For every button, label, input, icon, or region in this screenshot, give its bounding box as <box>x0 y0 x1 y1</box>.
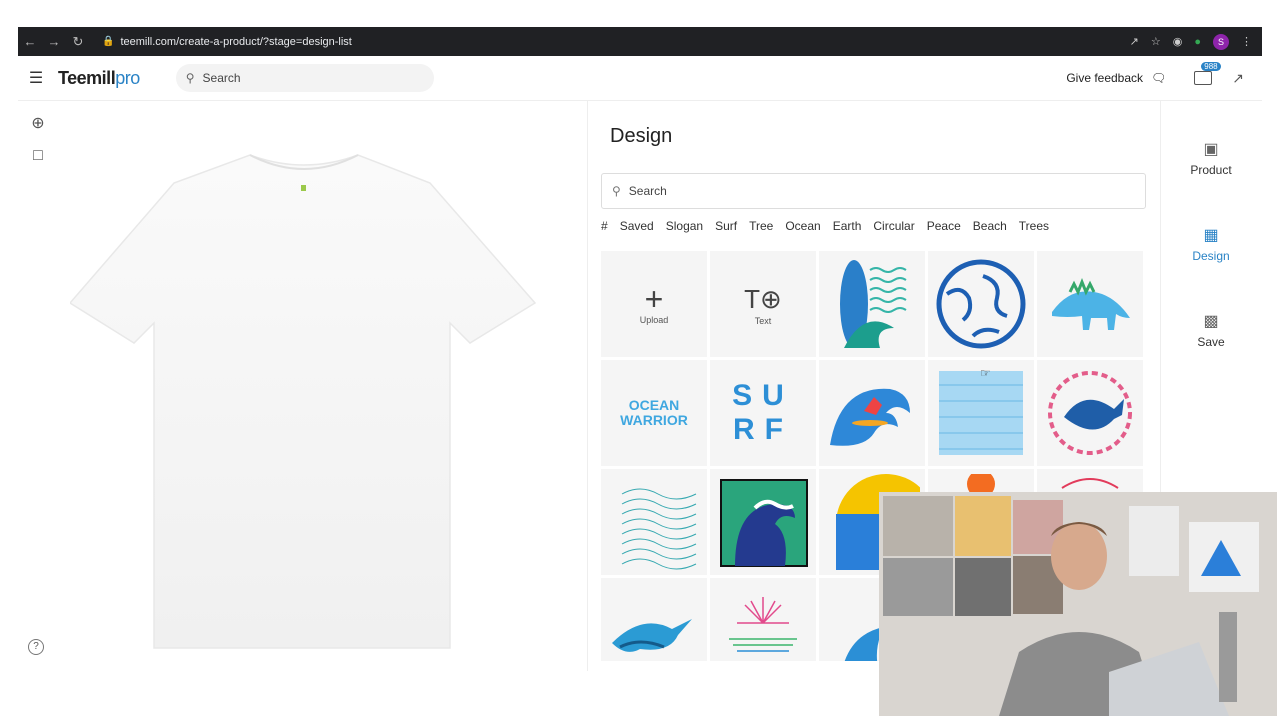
design-dinosaur[interactable] <box>1037 251 1143 357</box>
plus-icon: + <box>644 281 664 317</box>
tag-peace[interactable]: Peace <box>927 219 961 233</box>
product-canvas: ⊕ □ ? <box>18 101 588 671</box>
mail-icon[interactable]: 988 <box>1194 62 1221 85</box>
design-search-input[interactable]: ⚲ Search <box>601 173 1146 209</box>
teemill-logo[interactable]: Teemillpro <box>58 68 140 89</box>
reload-icon[interactable]: ↻ <box>66 34 90 50</box>
design-search-placeholder: Search <box>628 184 667 198</box>
design-title: Design <box>610 125 673 147</box>
design-whale-circle[interactable] <box>1037 360 1143 466</box>
logo-main: Teemill <box>58 67 116 88</box>
url-text: teemill.com/create-a-product/?stage=desi… <box>120 35 352 48</box>
pelican-icon <box>612 619 692 652</box>
tag-beach[interactable]: Beach <box>973 219 1007 233</box>
bookmark-star-icon[interactable]: ☆ <box>1151 35 1161 48</box>
upload-label: Upload <box>639 315 669 325</box>
forward-arrow-icon[interactable]: → <box>42 34 66 49</box>
back-arrow-icon[interactable]: ← <box>18 34 42 49</box>
design-line-waves[interactable] <box>601 469 707 575</box>
surfboard-waves-icon <box>840 260 907 348</box>
tag-earth[interactable]: Earth <box>833 219 862 233</box>
tag-hash[interactable]: # <box>601 219 608 233</box>
address-bar[interactable]: 🔒 teemill.com/create-a-product/?stage=de… <box>102 36 352 48</box>
big-wave-icon <box>720 479 808 567</box>
give-feedback-button[interactable]: Give feedback 🗨 <box>1066 71 1166 85</box>
image-icon: ▦ <box>1203 227 1219 244</box>
text-tile[interactable]: T⊕ Text <box>710 251 816 357</box>
search-icon: ⚲ <box>612 184 621 198</box>
design-ocean-warrior[interactable]: OCEAN WARRIOR <box>601 360 707 466</box>
hand-cursor-icon: ☞ <box>980 366 991 380</box>
sidebar-save-label: Save <box>1197 335 1225 349</box>
zoom-in-icon[interactable]: ⊕ <box>28 113 48 133</box>
tag-trees[interactable]: Trees <box>1019 219 1049 233</box>
surf-text: SURF <box>732 379 794 446</box>
presenter-video-frame <box>879 492 1277 716</box>
sidebar-product-label: Product <box>1190 163 1232 177</box>
speech-bubble-icon: 🗨 <box>1151 71 1167 85</box>
design-big-wave[interactable] <box>710 469 816 575</box>
tag-saved[interactable]: Saved <box>620 219 654 233</box>
tshirt-icon: ▣ <box>1203 141 1219 158</box>
app-header: ☰ Teemillpro ⚲ Search Give feedback 🗨 98… <box>18 56 1262 101</box>
line-waves-icon <box>621 488 697 570</box>
extension-icon[interactable]: ● <box>1194 36 1201 48</box>
menu-dots-icon[interactable]: ⋮ <box>1241 35 1252 48</box>
help-icon[interactable]: ? <box>28 639 44 655</box>
tag-slogan[interactable]: Slogan <box>666 219 703 233</box>
design-firework-lines[interactable] <box>710 578 816 661</box>
tshirt-outline-icon[interactable]: □ <box>28 147 48 167</box>
whale-icon <box>1048 371 1132 455</box>
external-link-icon[interactable]: ↗ <box>1232 70 1244 87</box>
upload-tile[interactable]: + Upload <box>601 251 707 357</box>
lock-icon: 🔒 <box>102 36 115 47</box>
floppy-disk-icon: ▩ <box>1203 313 1219 330</box>
sidebar-design-label: Design <box>1192 249 1230 263</box>
profile-avatar[interactable]: S <box>1213 33 1229 50</box>
tag-filter-list: # Saved Slogan Surf Tree Ocean Earth Cir… <box>601 219 1049 233</box>
add-text-icon: T⊕ <box>744 284 782 314</box>
surfer-wave-icon <box>830 388 910 446</box>
ocean-warrior-text: OCEAN WARRIOR <box>620 397 688 428</box>
earth-globe-icon <box>936 259 1026 349</box>
webcam-video-overlay <box>879 492 1277 716</box>
text-label: Text <box>754 316 772 326</box>
browser-bar: ← → ↻ 🔒 teemill.com/create-a-product/?st… <box>18 27 1262 56</box>
tag-tree[interactable]: Tree <box>749 219 773 233</box>
header-search-input[interactable]: ⚲ Search <box>175 64 434 92</box>
design-surf-text[interactable]: SURF <box>710 360 816 466</box>
dinosaur-icon <box>1052 277 1130 330</box>
camera-icon[interactable]: ◉ <box>1173 35 1183 48</box>
tshirt-preview <box>70 154 537 649</box>
header-search-placeholder: Search <box>202 71 241 85</box>
firework-lines-icon <box>729 597 797 652</box>
tag-surf[interactable]: Surf <box>715 219 737 233</box>
hamburger-menu-icon[interactable]: ☰ <box>18 68 54 88</box>
sidebar-item-design[interactable]: ▦ Design <box>1161 225 1261 263</box>
logo-pro: pro <box>115 67 140 88</box>
tag-circular[interactable]: Circular <box>873 219 914 233</box>
design-pelican[interactable] <box>601 578 707 661</box>
design-earth-circle[interactable] <box>928 251 1034 357</box>
sidebar-item-save[interactable]: ▩ Save <box>1161 311 1261 349</box>
mail-count-badge: 988 <box>1201 62 1221 71</box>
design-surfer-wave[interactable] <box>819 360 925 466</box>
search-icon: ⚲ <box>185 71 195 85</box>
give-feedback-label: Give feedback <box>1066 71 1144 85</box>
design-surfboard-waves[interactable] <box>819 251 925 357</box>
sidebar-item-product[interactable]: ▣ Product <box>1161 139 1261 177</box>
tag-ocean[interactable]: Ocean <box>785 219 820 233</box>
open-external-icon[interactable]: ↗ <box>1130 35 1139 48</box>
